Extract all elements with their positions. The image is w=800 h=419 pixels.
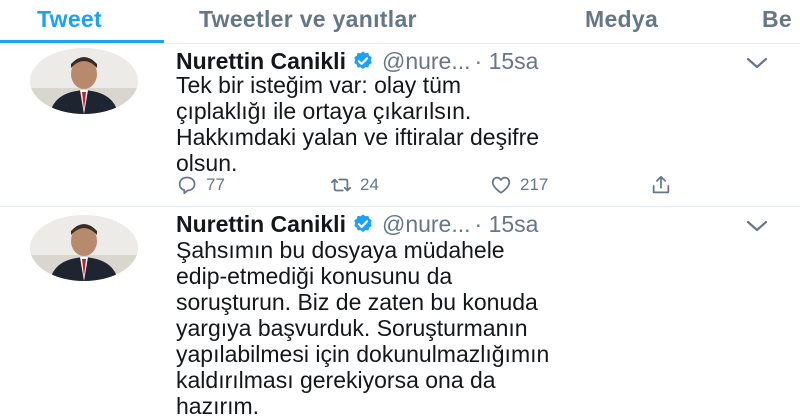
tweet-text-line: soruşturun. Biz de zaten bu konuda <box>176 289 538 315</box>
tab-likes[interactable]: Be <box>762 6 792 33</box>
tweet-text: Şahsımın bu dosyaya müdahele edip-etmedi… <box>176 237 776 419</box>
tweet-timestamp[interactable]: · 15sa <box>475 48 539 74</box>
reply-icon <box>178 176 196 195</box>
tab-tweets[interactable]: Tweet <box>37 6 102 33</box>
retweet-icon <box>330 178 352 192</box>
verified-badge-icon <box>354 214 372 232</box>
tweet-text-line: kaldırılması gerekiyorsa ona da <box>176 367 496 393</box>
tweet-text-line: yapılabilmesi için dokunulmazlığımın <box>176 341 550 367</box>
avatar-photo <box>30 215 138 281</box>
avatar[interactable] <box>30 215 138 281</box>
tweet-2[interactable]: Nurettin Canikli @nure... · 15sa Şahsımın … <box>0 207 800 419</box>
like-count: 217 <box>520 175 549 194</box>
share-icon <box>652 175 670 194</box>
author-name[interactable]: Nurettin Canikli <box>176 48 346 74</box>
author-name[interactable]: Nurettin Canikli <box>176 211 346 237</box>
caret-down-icon[interactable] <box>744 217 770 235</box>
tweet-text: Tek bir isteğim var: olay tüm çıplaklığı… <box>176 72 776 176</box>
profile-tabs: Tweet Tweetler ve yanıtlar Medya Be <box>0 0 800 44</box>
tweet-text-line: çıplaklığı ile ortaya çıkarılsın. <box>176 98 472 124</box>
tweet-text-line: Şahsımın bu dosyaya müdahele <box>176 237 505 263</box>
tweet-text-line: edip-etmediği konusunu da <box>176 263 453 289</box>
verified-badge-icon <box>354 51 372 69</box>
like-icon <box>491 176 511 194</box>
tweet-text-line: olsun. <box>176 150 238 176</box>
avatar-photo <box>30 48 138 114</box>
tweet-text-line: yargıya başvurduk. Soruşturmanın <box>176 315 528 341</box>
author-handle[interactable]: @nure... <box>382 48 471 74</box>
caret-down-icon[interactable] <box>744 54 770 72</box>
tab-tweets-and-replies[interactable]: Tweetler ve yanıtlar <box>199 6 417 33</box>
tweet-text-line: Tek bir isteğim var: olay tüm <box>176 72 462 98</box>
avatar[interactable] <box>30 48 138 114</box>
tab-media[interactable]: Medya <box>585 6 658 33</box>
tweet-text-line: hazırım. <box>176 393 260 419</box>
author-handle[interactable]: @nure... <box>382 211 471 237</box>
tweet-timestamp[interactable]: · 15sa <box>475 211 539 237</box>
reply-count: 77 <box>206 175 225 194</box>
retweet-count: 24 <box>360 175 379 194</box>
tweet-text-line: Hakkımdaki yalan ve iftiralar deşifre <box>176 124 540 150</box>
tweet-1[interactable]: Nurettin Canikli @nure... · 15sa Tek bir i… <box>0 44 800 208</box>
